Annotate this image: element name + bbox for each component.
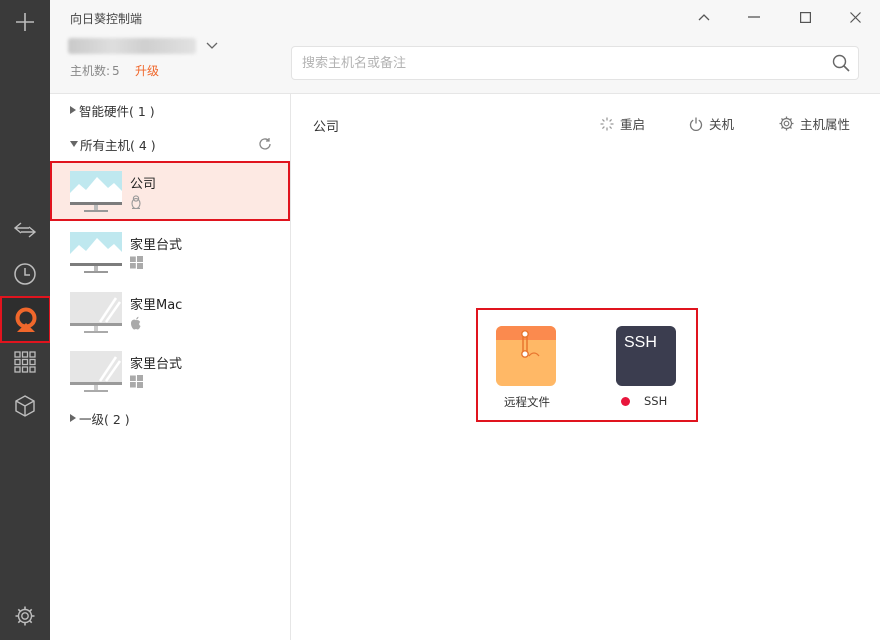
host-item[interactable]: 公司 [50, 161, 290, 221]
shutdown-button[interactable]: 关机 [689, 114, 734, 133]
refresh-icon[interactable] [258, 137, 272, 151]
host-detail-panel: 公司 重启 关机 主机属性 远程文件 SSH SSH [291, 94, 880, 640]
host-item[interactable]: 家里台式 [50, 341, 290, 401]
remote-swap-icon[interactable] [0, 208, 50, 252]
account-selector[interactable] [68, 38, 218, 54]
group-level1[interactable]: 一级( 2 ) [50, 404, 290, 432]
monitor-offline-icon [70, 351, 122, 392]
caret-right-icon [70, 414, 76, 422]
windows-icon [130, 375, 143, 388]
app-title: 向日葵控制端 [70, 12, 143, 26]
linux-tux-icon [131, 195, 141, 209]
group-smart-hardware[interactable]: 智能硬件( 1 ) [50, 96, 290, 124]
monitor-online-icon [70, 171, 122, 212]
host-list-panel: 智能硬件( 1 ) 所有主机( 4 ) 公司 家里台式 家里Mac 家里台式 一… [50, 94, 291, 640]
host-name: 家里Mac [130, 298, 183, 313]
remote-tools-box: 远程文件 SSH SSH [476, 308, 698, 422]
host-count: 主机数: 5 [70, 62, 120, 79]
search-box [291, 46, 859, 80]
chevron-up-icon[interactable] [692, 6, 716, 28]
upgrade-link[interactable]: 升级 [135, 62, 159, 79]
shutdown-label: 关机 [709, 117, 735, 132]
ssh-label: SSH [644, 394, 668, 408]
gear-icon [779, 116, 794, 131]
restart-button[interactable]: 重启 [600, 114, 645, 133]
group-all-hosts[interactable]: 所有主机( 4 ) [50, 130, 290, 158]
search-input[interactable] [292, 47, 822, 79]
restart-label: 重启 [620, 117, 646, 132]
windows-icon [130, 256, 143, 269]
remote-file-label: 远程文件 [504, 395, 550, 409]
monitor-online-icon [70, 232, 122, 273]
monitor-offline-icon [70, 292, 122, 333]
apps-grid-icon[interactable] [0, 340, 50, 384]
host-properties-button[interactable]: 主机属性 [779, 114, 850, 133]
caret-down-icon [70, 141, 78, 147]
host-properties-label: 主机属性 [800, 117, 851, 132]
group-label: 一级( 2 ) [79, 411, 130, 427]
host-name: 公司 [130, 177, 157, 192]
group-label: 智能硬件( 1 ) [79, 103, 155, 119]
settings-gear-icon[interactable] [0, 594, 50, 638]
maximize-icon[interactable] [793, 6, 817, 28]
host-count-label: 主机数: [70, 64, 111, 78]
detail-title: 公司 [313, 120, 340, 135]
title-bar: 向日葵控制端 主机数: 5 升级 [50, 0, 880, 94]
remote-file-tool[interactable]: 远程文件 [496, 326, 558, 416]
group-label: 所有主机( 4 ) [80, 137, 156, 153]
plus-icon[interactable] [0, 0, 50, 44]
ssh-tile: SSH [616, 326, 676, 386]
left-rail [0, 0, 51, 640]
host-item[interactable]: 家里台式 [50, 222, 290, 282]
search-icon[interactable] [832, 54, 850, 72]
apple-icon [131, 316, 141, 330]
remote-file-icon [496, 326, 556, 386]
restart-spinner-icon [600, 117, 614, 130]
host-name: 家里台式 [130, 357, 183, 372]
host-item[interactable]: 家里Mac [50, 282, 290, 342]
cube-icon[interactable] [0, 384, 50, 428]
chevron-down-icon [206, 42, 218, 49]
history-clock-icon[interactable] [0, 252, 50, 296]
caret-right-icon [70, 106, 76, 114]
power-icon [689, 117, 703, 131]
account-name-redacted [68, 38, 196, 54]
status-dot [621, 397, 630, 406]
minimize-icon[interactable] [742, 6, 766, 28]
host-count-value: 5 [112, 64, 120, 78]
close-icon[interactable] [843, 6, 867, 28]
ssh-tool[interactable]: SSH SSH [616, 326, 678, 416]
sunlogin-logo-icon[interactable] [0, 296, 51, 343]
host-name: 家里台式 [130, 238, 183, 253]
